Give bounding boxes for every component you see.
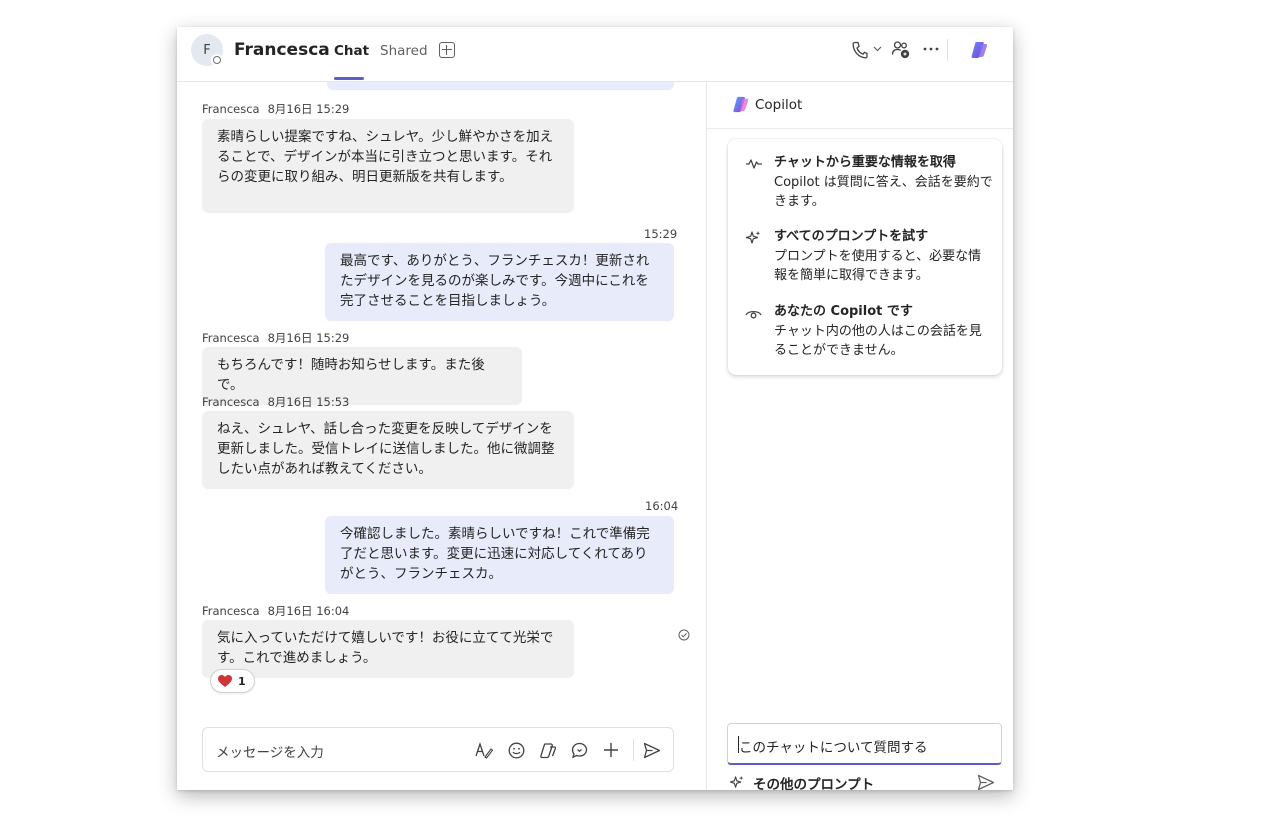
emoji-icon[interactable] — [508, 742, 525, 759]
plus-icon[interactable] — [603, 742, 619, 758]
read-receipt-icon — [678, 629, 690, 641]
message-date: 8月16日 — [267, 331, 313, 345]
incoming-message[interactable]: ねえ、シュレヤ、話し合った変更を反映してデザインを更新しました。受信トレイに送信… — [202, 411, 574, 489]
message-time: 15:29 — [644, 227, 678, 241]
copilot-icon[interactable] — [969, 40, 989, 60]
contact-name[interactable]: Francesca — [234, 40, 330, 60]
sender-name: Francesca — [202, 395, 260, 409]
sender-name: Francesca — [202, 331, 260, 345]
message-meta: Francesca 8月16日 15:29 — [202, 101, 349, 117]
send-icon[interactable] — [977, 774, 995, 790]
chat-header: F Francesca Chat Shared — [177, 27, 1013, 82]
copilot-pane: Copilot チャットから重要な情報を取得 Copilot は質問に答え、会話… — [707, 82, 1013, 790]
outgoing-message[interactable]: 最高です、ありがとう、フランチェスカ！更新されたデザインを見るのが楽しみです。今… — [325, 243, 674, 321]
feature-title: すべてのプロンプトを試す — [774, 229, 929, 244]
loop-icon[interactable] — [539, 742, 557, 759]
incoming-message[interactable]: 気に入っていただけて嬉しいです！お役に立てて光栄です。これで進めましょう。 — [202, 620, 574, 678]
chat-pane: Francesca 8月16日 15:29 素晴らしい提案ですね、シュレヤ。少し鮮… — [177, 82, 706, 790]
format-icon[interactable] — [475, 742, 493, 759]
feature-description: チャット内の他の人はこの会話を見ることができません。 — [774, 323, 982, 359]
outgoing-message[interactable]: 今確認しました。素晴らしいですね！これで準備完了だと思います。変更に迅速に対応し… — [325, 516, 674, 594]
teams-window: F Francesca Chat Shared Francesca 8月16日 … — [177, 27, 1013, 790]
message-time: 15:29 — [316, 331, 350, 345]
message-date: 8月16日 — [267, 102, 313, 116]
sparkle-icon — [729, 775, 744, 788]
phone-icon[interactable] — [852, 41, 868, 59]
message-meta: Francesca 8月16日 15:53 — [202, 394, 349, 410]
message-time: 15:53 — [316, 395, 350, 409]
message-meta: Francesca 8月16日 16:04 — [202, 603, 349, 619]
tab-shared[interactable]: Shared — [380, 43, 428, 59]
copilot-ask-input[interactable]: このチャットについて質問する — [727, 723, 1002, 765]
copilot-feature: あなたの Copilot です チャット内の他の人はこの会話を見ることができませ… — [774, 302, 994, 361]
sender-name: Francesca — [202, 604, 260, 618]
message-date: 8月16日 — [267, 604, 313, 618]
copilot-logo-icon — [733, 96, 749, 113]
copilot-title: Copilot — [755, 97, 803, 113]
add-tab-icon[interactable] — [439, 42, 455, 58]
compose-divider — [633, 739, 634, 761]
message-compose-box[interactable]: メッセージを入力 — [202, 727, 674, 772]
more-prompts-label: その他のプロンプト — [753, 777, 875, 790]
header-divider — [947, 39, 948, 61]
more-icon[interactable] — [923, 47, 939, 51]
previous-message-fragment — [327, 82, 674, 90]
people-icon[interactable] — [891, 40, 911, 60]
message-input[interactable]: メッセージを入力 — [216, 741, 324, 761]
active-tab-indicator — [334, 77, 364, 80]
avatar-initial: F — [203, 42, 211, 58]
sender-name: Francesca — [202, 102, 260, 116]
message-meta: Francesca 8月16日 15:29 — [202, 330, 349, 346]
sparkle-icon — [745, 231, 761, 244]
presence-status-icon — [211, 54, 223, 66]
message-date: 8月16日 — [267, 395, 313, 409]
feature-description: Copilot は質問に答え、会話を要約できます。 — [774, 174, 993, 210]
tab-chat[interactable]: Chat — [334, 43, 369, 59]
feature-title: チャットから重要な情報を取得 — [774, 155, 956, 170]
feature-title: あなたの Copilot です — [774, 304, 913, 319]
pulse-icon — [746, 159, 762, 169]
copilot-intro-card: チャットから重要な情報を取得 Copilot は質問に答え、会話を要約できます。… — [728, 139, 1002, 375]
heart-icon — [218, 675, 232, 687]
feature-description: プロンプトを使用すると、必要な情報を簡単に取得できます。 — [774, 248, 982, 284]
reaction-pill[interactable]: 1 — [210, 669, 255, 693]
chevron-down-icon[interactable] — [873, 46, 882, 52]
copilot-ask-text[interactable]: このチャットについて質問する — [739, 736, 927, 756]
incoming-message[interactable]: 素晴らしい提案ですね、シュレヤ。少し鮮やかさを加えることで、デザインが本当に引き… — [202, 119, 574, 213]
message-time: 15:29 — [316, 102, 350, 116]
eye-icon — [745, 310, 762, 319]
copilot-header: Copilot — [707, 82, 1013, 129]
send-icon[interactable] — [643, 742, 661, 759]
message-time: 16:04 — [316, 604, 350, 618]
copilot-feature: すべてのプロンプトを試す プロンプトを使用すると、必要な情報を簡単に取得できます… — [774, 227, 994, 286]
reaction-count: 1 — [238, 674, 246, 688]
copilot-feature: チャットから重要な情報を取得 Copilot は質問に答え、会話を要約できます。 — [774, 153, 994, 212]
message-time: 16:04 — [645, 499, 679, 513]
chat-bubble-icon[interactable] — [571, 742, 588, 759]
more-prompts-button[interactable]: その他のプロンプト — [729, 773, 874, 790]
